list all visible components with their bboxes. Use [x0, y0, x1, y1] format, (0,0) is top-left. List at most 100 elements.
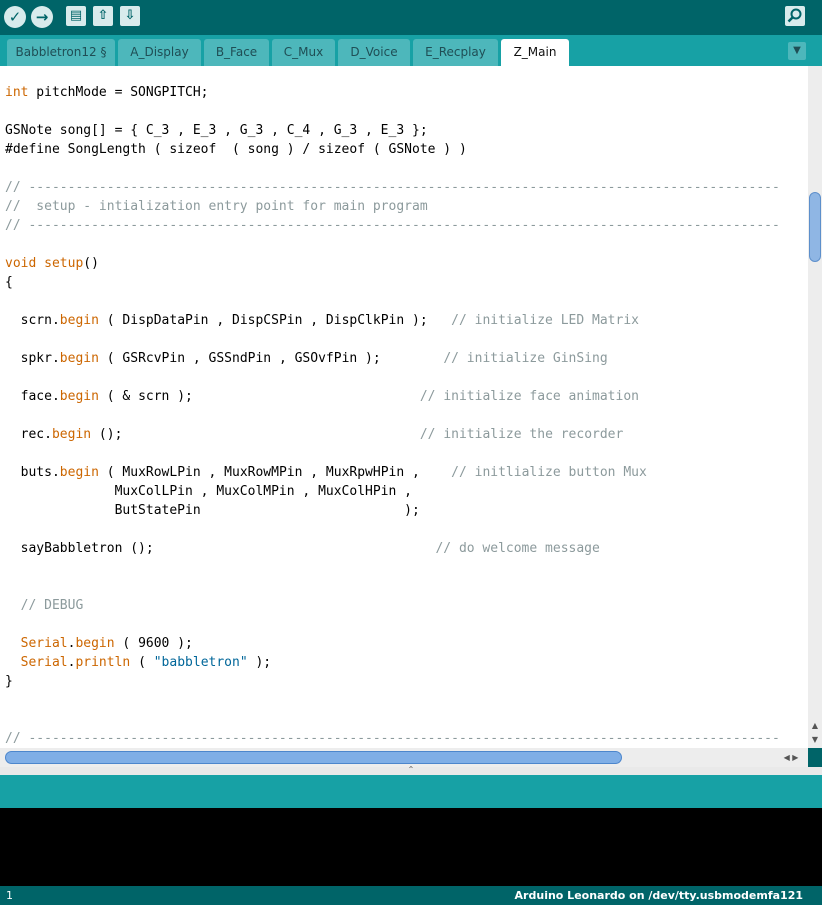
code-line: int pitchMode = SONGPITCH; — [5, 84, 209, 102]
code-line: void setup() — [5, 255, 99, 273]
code-token: // initialize the recorder — [419, 427, 624, 442]
serial-monitor-button[interactable] — [785, 6, 805, 26]
code-token: // -------------------------------------… — [5, 180, 780, 195]
open-button[interactable]: ⇧ — [93, 6, 113, 26]
panel-divider[interactable]: ⌃ — [0, 765, 822, 775]
tab-menu-button[interactable]: ▼ — [788, 42, 806, 60]
code-line: scrn.begin ( DispDataPin , DispCSPin , D… — [5, 312, 639, 330]
code-token: ( GSRcvPin , GSSndPin , GSOvfPin ); — [98, 351, 444, 366]
code-line: // setup - intialization entry point for… — [5, 198, 428, 216]
status-footer: 1 Arduino Leonardo on /dev/tty.usbmodemf… — [0, 886, 822, 905]
arrow-right-icon: → — [35, 8, 49, 26]
new-button[interactable]: ▤ — [66, 6, 86, 26]
code-token: // -------------------------------------… — [5, 731, 780, 746]
magnifier-icon — [787, 8, 802, 23]
horizontal-scroll-thumb[interactable] — [5, 751, 622, 764]
code-line: buts.begin ( MuxRowLPin , MuxRowMPin , M… — [5, 464, 647, 482]
code-line: Serial.begin ( 9600 ); — [5, 635, 193, 653]
code-token: ButStatePin ); — [5, 503, 420, 518]
code-line: sayBabbletron (); // do welcome message — [5, 540, 600, 558]
code-token: buts. — [5, 465, 60, 480]
verify-button[interactable]: ✓ — [4, 6, 26, 28]
vertical-scroll-thumb[interactable] — [809, 192, 821, 262]
scroll-up-arrow-icon[interactable]: ▲ — [810, 721, 820, 731]
console-output — [0, 808, 822, 886]
code-token: GSNote song[] = { C_3 , E_3 , G_3 , C_4 … — [5, 123, 428, 138]
code-token: face. — [5, 389, 60, 404]
code-token: // initialize GinSing — [443, 351, 608, 366]
tab-babbletron12[interactable]: Babbletron12 § — [7, 39, 115, 66]
code-token: sayBabbletron (); — [5, 541, 436, 556]
code-line: GSNote song[] = { C_3 , E_3 , G_3 , C_4 … — [5, 122, 428, 140]
code-token: Serial — [20, 655, 68, 670]
tab-c-mux[interactable]: C_Mux — [272, 39, 335, 66]
code-token: int — [5, 85, 29, 100]
scroll-left-arrow-icon[interactable]: ◀ — [784, 753, 790, 762]
toolbar: ✓ → ▤ ⇧ ⇩ — [0, 0, 822, 35]
code-line: // DEBUG — [5, 597, 84, 615]
code-token: () — [83, 256, 99, 271]
code-token: } — [5, 674, 13, 689]
code-token: #define SongLength ( sizeof ( song ) / s… — [5, 142, 467, 157]
code-token: // initialize LED Matrix — [451, 313, 639, 328]
code-token: ( — [130, 655, 154, 670]
tab-e-recplay[interactable]: E_Recplay — [413, 39, 498, 66]
line-number: 1 — [6, 889, 13, 902]
code-token: // initlialize button Mux — [451, 465, 647, 480]
document-icon: ▤ — [69, 8, 83, 23]
tab-b-face[interactable]: B_Face — [204, 39, 269, 66]
horizontal-scroll-arrows[interactable]: ◀ ▶ — [776, 752, 806, 764]
code-line: { — [5, 274, 13, 292]
vertical-scrollbar[interactable] — [808, 66, 822, 748]
code-token: // do welcome message — [435, 541, 600, 556]
code-editor[interactable]: int pitchMode = SONGPITCH; GSNote song[] … — [0, 66, 808, 748]
code-token: begin — [51, 427, 92, 442]
tab-z-main[interactable]: Z_Main — [501, 39, 569, 66]
tab-d-voice[interactable]: D_Voice — [338, 39, 410, 66]
code-token: void — [5, 256, 37, 271]
tab-bar: Babbletron12 § A_Display B_Face C_Mux D_… — [0, 35, 822, 66]
upload-button[interactable]: → — [31, 6, 53, 28]
arrow-up-icon: ⇧ — [97, 8, 109, 23]
scroll-down-arrow-icon[interactable]: ▼ — [810, 735, 820, 745]
code-line: // -------------------------------------… — [5, 217, 780, 235]
code-token: // -------------------------------------… — [5, 218, 780, 233]
code-token: begin — [59, 465, 99, 480]
code-token: (); — [91, 427, 420, 442]
code-token: begin — [59, 313, 99, 328]
message-area — [0, 775, 822, 808]
code-token: begin — [59, 389, 99, 404]
tab-a-display[interactable]: A_Display — [118, 39, 201, 66]
code-token: rec. — [5, 427, 52, 442]
code-token: // DEBUG — [5, 598, 84, 613]
code-line: #define SongLength ( sizeof ( song ) / s… — [5, 141, 467, 159]
code-token: setup — [44, 256, 84, 271]
save-button[interactable]: ⇩ — [120, 6, 140, 26]
code-line: rec.begin (); // initialize the recorder — [5, 426, 624, 444]
code-token: begin — [59, 351, 99, 366]
code-token: ( DispDataPin , DispCSPin , DispClkPin )… — [98, 313, 452, 328]
code-line: } — [5, 673, 13, 691]
code-token: begin — [75, 636, 115, 651]
code-token: println — [75, 655, 131, 670]
divider-grip-icon: ⌃ — [407, 765, 415, 774]
code-line: face.begin ( & scrn ); // initialize fac… — [5, 388, 639, 406]
board-port: Arduino Leonardo on /dev/tty.usbmodemfa1… — [514, 889, 803, 902]
code-line: // -------------------------------------… — [5, 179, 780, 197]
code-token: pitchMode = SONGPITCH; — [28, 85, 209, 100]
code-token: ); — [247, 655, 272, 670]
triangle-down-icon: ▼ — [793, 45, 801, 56]
code-line: Serial.println ( "babbletron" ); — [5, 654, 271, 672]
check-icon: ✓ — [8, 8, 22, 26]
code-token: scrn. — [5, 313, 60, 328]
code-token: "babbletron" — [153, 655, 248, 670]
code-line: MuxColLPin , MuxColMPin , MuxColHPin , — [5, 483, 412, 501]
code-token: spkr. — [5, 351, 60, 366]
code-token: Serial — [20, 636, 68, 651]
scroll-right-arrow-icon[interactable]: ▶ — [792, 753, 798, 762]
code-token: // initialize face animation — [419, 389, 639, 404]
code-token: ( MuxRowLPin , MuxRowMPin , MuxRpwHPin , — [98, 465, 452, 480]
code-token: MuxColLPin , MuxColMPin , MuxColHPin , — [5, 484, 412, 499]
